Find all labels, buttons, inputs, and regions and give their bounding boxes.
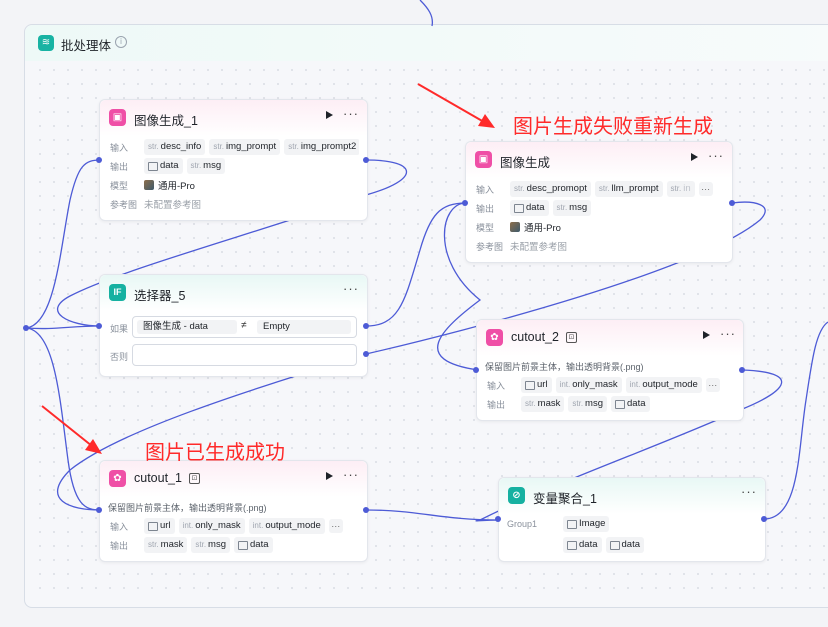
annotation-regenerate: 图片生成失败重新生成 bbox=[513, 114, 713, 138]
annotation-success: 图片已生成成功 bbox=[145, 440, 285, 464]
workflow-canvas[interactable]: ≋ 批处理体 i ▣ 图像生成_1 ··· 输入 str. desc_info … bbox=[0, 0, 828, 627]
annotation-arrows bbox=[41, 83, 495, 454]
